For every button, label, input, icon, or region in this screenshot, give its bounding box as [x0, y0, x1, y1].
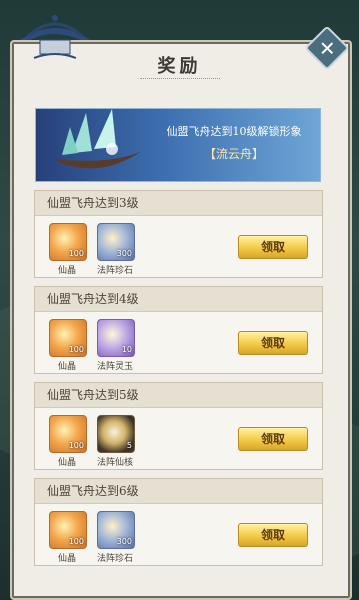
title-divider [140, 78, 220, 80]
dialog-title: 奖励 [157, 56, 202, 77]
item-quantity: 100 [68, 249, 84, 258]
crystal-item-icon[interactable]: 100 [49, 319, 87, 357]
reward-level-title: 仙盟飞舟达到4级 [35, 287, 322, 312]
crystal-item-icon[interactable]: 100 [49, 223, 87, 261]
gem-item-icon[interactable]: 300 [97, 511, 135, 549]
item-quantity: 5 [126, 441, 132, 450]
item-quantity: 300 [116, 537, 132, 546]
item-label: 法阵珍石 [96, 266, 133, 276]
item-label: 仙晶 [57, 266, 76, 276]
item-label: 仙晶 [57, 458, 76, 468]
unlock-banner: 仙盟飞舟达到10级解锁形象 【流云舟】 [35, 108, 321, 182]
item-quantity: 300 [116, 249, 132, 258]
item-quantity: 10 [121, 345, 132, 354]
item-label: 法阵仙核 [96, 458, 133, 468]
reward-card: 仙盟飞舟达到3级 100 仙晶 300 法阵珍石 领取 [34, 190, 323, 278]
reward-card: 仙盟飞舟达到6级 100 仙晶 300 法阵珍石 领取 [34, 478, 323, 566]
claim-button[interactable]: 领取 [238, 427, 308, 451]
crystal-item-icon[interactable]: 100 [49, 415, 87, 453]
gem-item-icon[interactable]: 300 [97, 223, 135, 261]
item-quantity: 100 [68, 345, 84, 354]
claim-button[interactable]: 领取 [238, 523, 308, 547]
claim-button[interactable]: 领取 [238, 331, 308, 355]
item-label: 法阵灵玉 [96, 362, 133, 372]
reward-level-title: 仙盟飞舟达到6级 [35, 479, 322, 504]
banner-ship-name: 【流云舟】 [203, 147, 264, 161]
core-item-icon[interactable]: 5 [97, 415, 135, 453]
crystal-item-icon[interactable]: 100 [49, 511, 87, 549]
item-quantity: 100 [68, 441, 84, 450]
reward-level-title: 仙盟飞舟达到5级 [35, 383, 322, 408]
jade-item-icon[interactable]: 10 [97, 319, 135, 357]
item-label: 仙晶 [57, 554, 76, 564]
reward-card: 仙盟飞舟达到5级 100 仙晶 5 法阵仙核 领取 [34, 382, 323, 470]
item-label: 法阵珍石 [96, 554, 133, 564]
banner-text: 仙盟飞舟达到10级解锁形象 [166, 125, 302, 138]
reward-level-title: 仙盟飞舟达到3级 [35, 191, 322, 216]
flying-ship-icon [52, 109, 142, 169]
item-label: 仙晶 [57, 362, 76, 372]
item-quantity: 100 [68, 537, 84, 546]
claim-button[interactable]: 领取 [238, 235, 308, 259]
reward-card: 仙盟飞舟达到4级 100 仙晶 10 法阵灵玉 领取 [34, 286, 323, 374]
